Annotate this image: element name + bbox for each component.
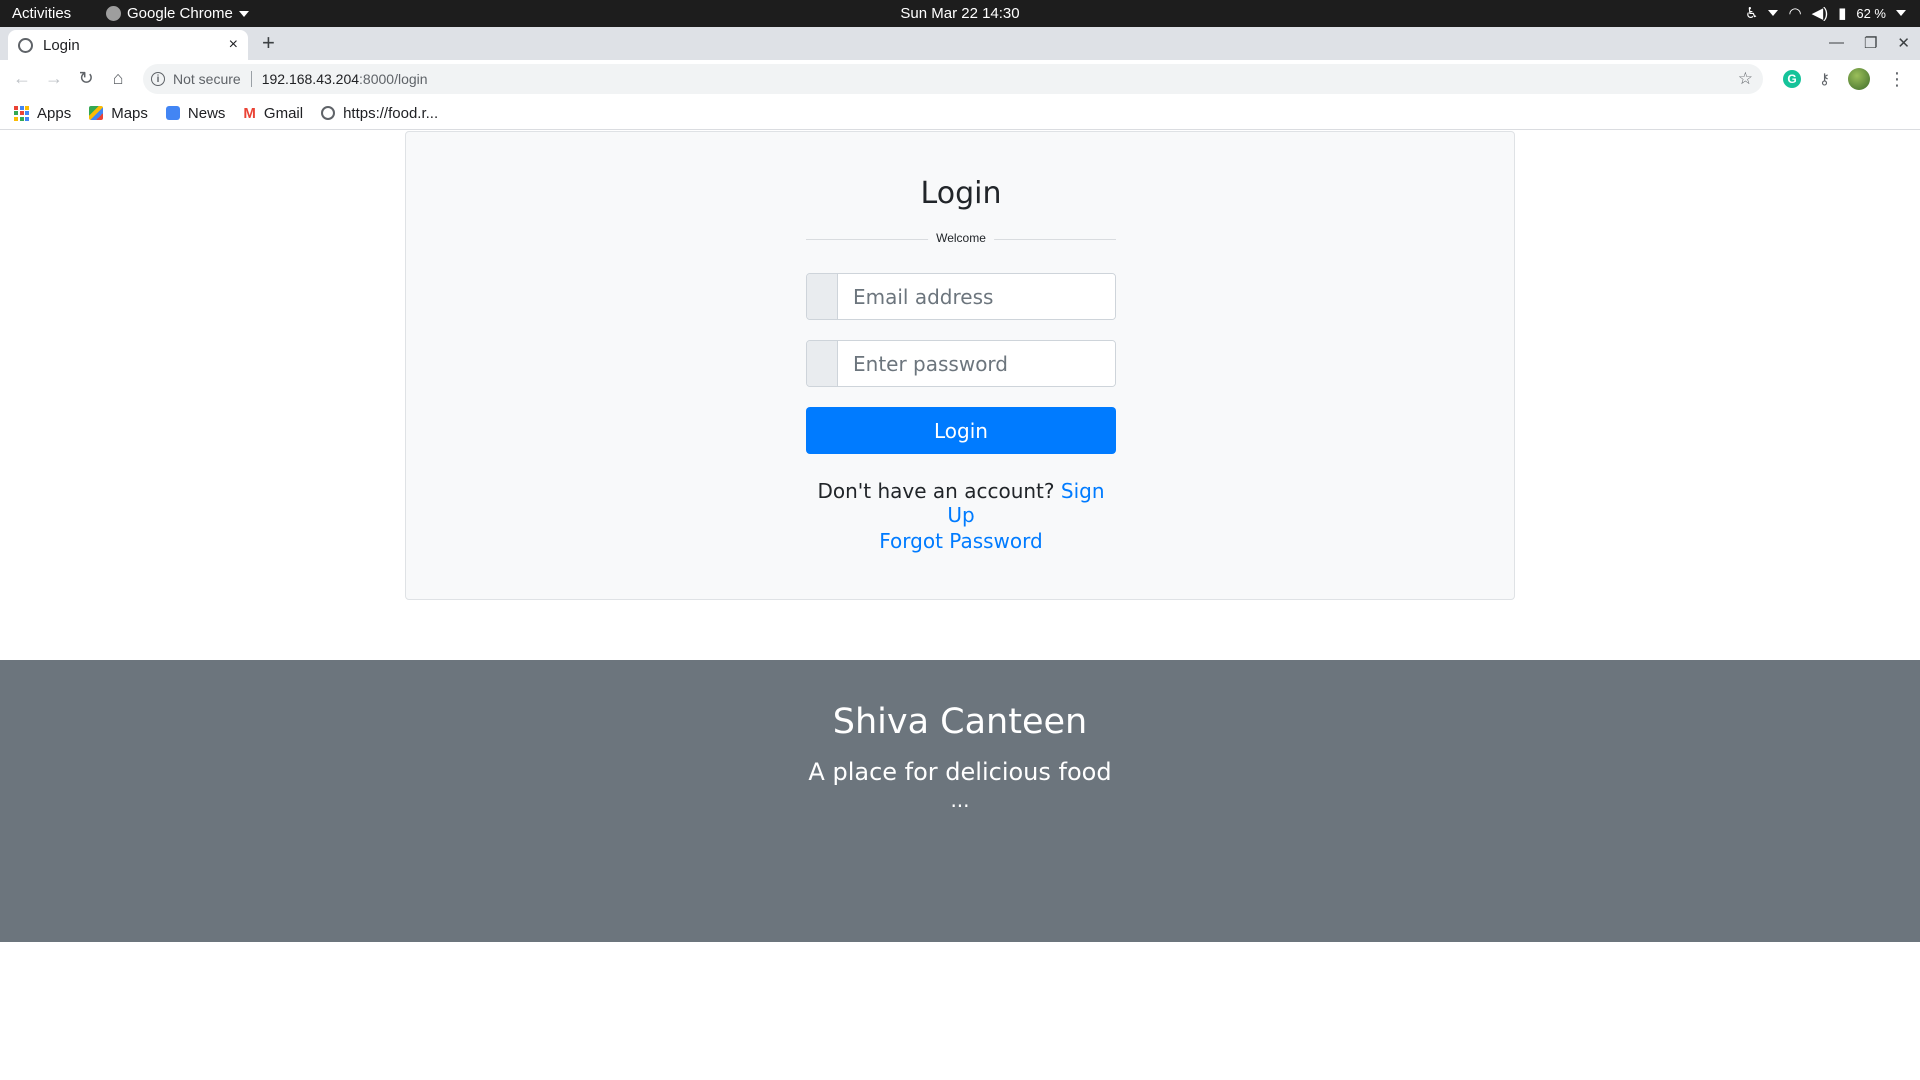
- close-window-icon[interactable]: ✕: [1897, 34, 1910, 52]
- bookmark-food[interactable]: https://food.r...: [321, 105, 438, 122]
- globe-icon: [321, 106, 336, 120]
- bookmark-gmail[interactable]: M Gmail: [243, 105, 303, 122]
- password-input-group: [806, 340, 1116, 387]
- tab-strip: Login × + — ❐ ✕: [0, 27, 1920, 60]
- new-tab-button[interactable]: +: [262, 30, 275, 56]
- activities-button[interactable]: Activities: [12, 5, 71, 22]
- login-button[interactable]: Login: [806, 407, 1116, 454]
- chevron-down-icon: [1768, 10, 1779, 16]
- tab-login[interactable]: Login ×: [8, 30, 248, 60]
- bookmark-apps[interactable]: Apps: [14, 105, 71, 122]
- chevron-down-icon: [238, 10, 249, 17]
- info-icon[interactable]: i: [151, 72, 165, 86]
- page-title: Login: [920, 176, 1002, 211]
- bookmarks-bar: Apps Maps News M Gmail https://food.r...: [0, 97, 1920, 130]
- news-icon: [165, 106, 180, 120]
- forward-arrow-icon[interactable]: →: [38, 68, 70, 89]
- app-menu[interactable]: Google Chrome: [106, 5, 249, 22]
- bookmark-label: Maps: [111, 104, 148, 122]
- chrome-icon: [106, 6, 121, 21]
- close-tab-icon[interactable]: ×: [229, 36, 238, 54]
- back-arrow-icon[interactable]: ←: [6, 68, 38, 89]
- grammarly-icon[interactable]: G: [1783, 70, 1801, 88]
- globe-icon: [18, 37, 33, 53]
- home-icon[interactable]: ⌂: [102, 68, 134, 89]
- battery-icon: ▮: [1838, 5, 1847, 22]
- reload-icon[interactable]: ↻: [70, 68, 102, 89]
- window-controls: — ❐ ✕: [1829, 34, 1910, 52]
- avatar[interactable]: [1848, 68, 1870, 90]
- email-input-group: [806, 273, 1116, 320]
- extensions-area: G ⚷ ⋮: [1783, 68, 1906, 90]
- password-field[interactable]: [838, 341, 1115, 386]
- footer-brand: Shiva Canteen: [832, 702, 1088, 742]
- email-field[interactable]: [838, 274, 1115, 319]
- bookmark-label: Apps: [37, 104, 72, 122]
- footer: Shiva Canteen A place for delicious food…: [0, 660, 1920, 942]
- forgot-password-link[interactable]: Forgot Password: [879, 529, 1042, 553]
- footer-tagline: A place for delicious food: [808, 758, 1112, 786]
- bookmark-star-icon[interactable]: ☆: [1738, 69, 1753, 89]
- url-host: 192.168.43.204: [261, 71, 360, 87]
- minimize-icon[interactable]: —: [1829, 34, 1844, 52]
- email-addon: [807, 274, 838, 319]
- apps-grid-icon: [14, 105, 29, 121]
- browser-toolbar: ← → ↻ ⌂ i Not secure 192.168.43.204 :800…: [0, 60, 1920, 97]
- footer-ellipsis: ...: [950, 788, 970, 812]
- maps-icon: [89, 106, 104, 120]
- bookmark-news[interactable]: News: [165, 104, 226, 122]
- clock[interactable]: Sun Mar 22 14:30: [900, 5, 1019, 22]
- signup-prompt-line: Don't have an account? Sign Up: [806, 479, 1116, 527]
- bookmark-label: News: [187, 104, 226, 122]
- password-addon: [807, 341, 838, 386]
- volume-icon: ◀): [1811, 5, 1829, 22]
- key-icon[interactable]: ⚷: [1819, 70, 1830, 88]
- app-menu-label: Google Chrome: [127, 5, 233, 22]
- url-path: :8000/login: [359, 71, 428, 87]
- system-top-bar: Activities Google Chrome Sun Mar 22 14:3…: [0, 0, 1920, 27]
- bookmark-maps[interactable]: Maps: [89, 105, 148, 122]
- forgot-password-line: Forgot Password: [806, 529, 1116, 553]
- chevron-down-icon: [1896, 10, 1906, 16]
- tab-title: Login: [43, 36, 80, 54]
- bookmark-label: https://food.r...: [343, 104, 439, 122]
- separator: [250, 71, 252, 87]
- login-card: Login Welcome Login Don't have an accoun…: [405, 131, 1515, 600]
- wifi-icon: ◠: [1788, 5, 1802, 22]
- restore-icon[interactable]: ❐: [1864, 34, 1877, 52]
- battery-percent: 62 %: [1856, 5, 1886, 21]
- security-label[interactable]: Not secure: [173, 71, 241, 87]
- gmail-icon: M: [243, 104, 256, 122]
- system-tray[interactable]: ♿ ◠ ◀) ▮ 62 %: [1745, 4, 1906, 22]
- accessibility-icon[interactable]: ♿: [1745, 4, 1758, 22]
- address-bar[interactable]: i Not secure 192.168.43.204 :8000/login …: [143, 64, 1763, 94]
- signup-prompt: Don't have an account?: [817, 479, 1055, 503]
- welcome-label: Welcome: [928, 231, 994, 245]
- more-vert-icon[interactable]: ⋮: [1888, 69, 1906, 90]
- bookmark-label: Gmail: [263, 104, 304, 122]
- page-content: Login Welcome Login Don't have an accoun…: [0, 131, 1920, 1080]
